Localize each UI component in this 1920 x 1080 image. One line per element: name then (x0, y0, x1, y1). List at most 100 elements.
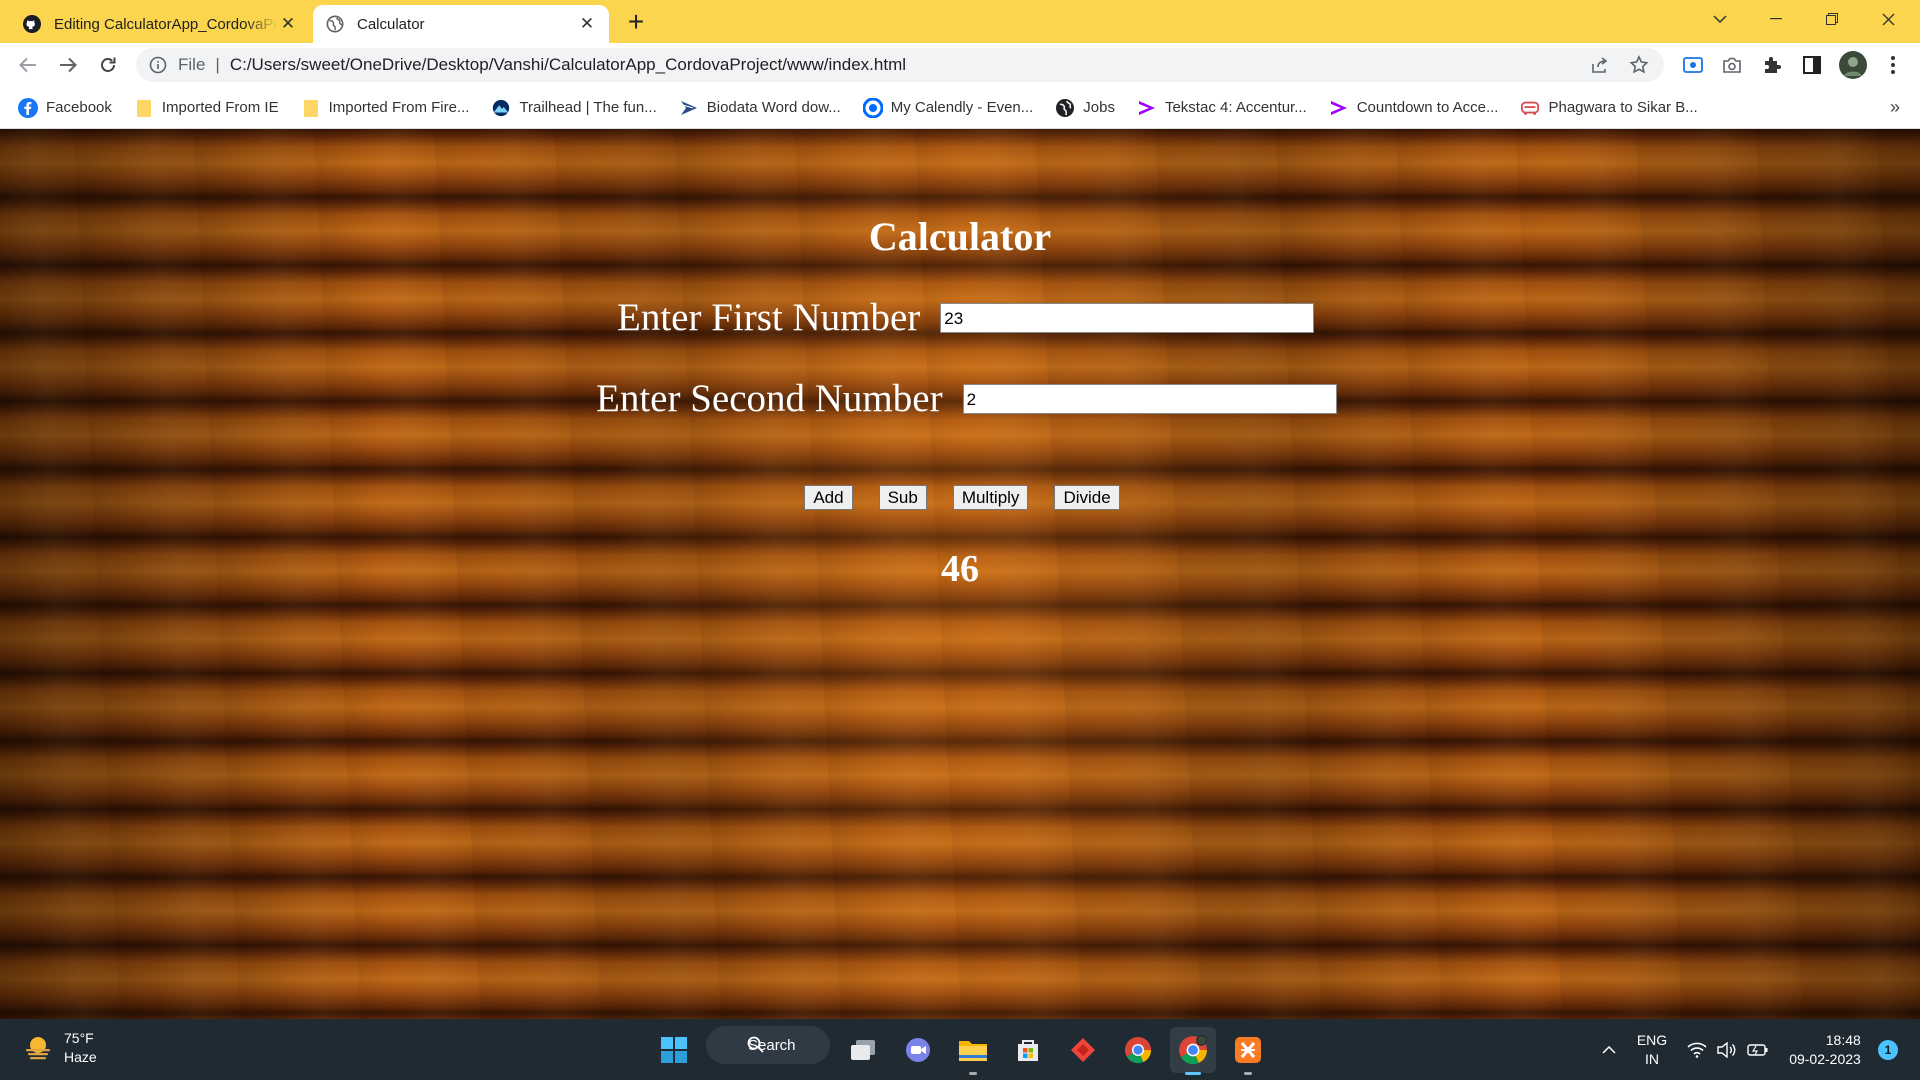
calendly-icon (862, 97, 883, 118)
tab-editing-calculatorapp[interactable]: Editing CalculatorApp_CordovaProject ✕ (10, 5, 310, 43)
multiply-button[interactable]: Multiply (952, 485, 1029, 510)
bookmark-biodata[interactable]: Biodata Word dow... (679, 98, 841, 118)
extensions-puzzle-icon[interactable] (1757, 50, 1787, 80)
profile-avatar[interactable] (1838, 50, 1868, 80)
teams-chat-icon[interactable] (895, 1027, 941, 1073)
windows-taskbar: 75°F Haze Search ENG IN 18:48 09-02-2023… (0, 1019, 1920, 1080)
globe-icon (1055, 98, 1075, 118)
bookmark-label: Jobs (1083, 99, 1115, 116)
camera-icon[interactable] (1717, 50, 1747, 80)
language-code: ENG (1636, 1031, 1668, 1048)
clock-time: 18:48 (1825, 1031, 1861, 1048)
bookmark-star-icon[interactable] (1622, 48, 1656, 82)
menu-kebab-icon[interactable] (1878, 50, 1908, 80)
tab-title: Calculator (357, 15, 425, 33)
add-button[interactable]: Add (804, 485, 853, 510)
anydesk-icon[interactable] (1060, 1027, 1106, 1073)
new-tab-button[interactable]: + (621, 6, 651, 37)
battery-icon[interactable] (1745, 1019, 1771, 1080)
github-icon (22, 14, 42, 34)
bookmark-facebook[interactable]: Facebook (18, 97, 112, 118)
folder-icon (134, 98, 154, 118)
tab-strip: Editing CalculatorApp_CordovaProject ✕ C… (0, 0, 1920, 43)
notification-center[interactable]: 1 (1876, 1019, 1900, 1080)
notification-badge: 1 (1878, 1039, 1898, 1060)
bookmark-label: Phagwara to Sikar B... (1548, 99, 1698, 116)
bookmark-label: Tekstac 4: Accentur... (1164, 99, 1307, 116)
region-code: IN (1645, 1050, 1659, 1067)
restore-button[interactable] (1804, 0, 1860, 38)
side-panel-icon[interactable] (1797, 50, 1827, 80)
task-view-icon[interactable] (840, 1027, 886, 1073)
first-number-label: Enter First Number (617, 296, 921, 339)
bookmark-countdown[interactable]: Countdown to Acce... (1329, 98, 1499, 118)
running-indicator (1244, 1072, 1252, 1075)
volume-icon[interactable] (1714, 1019, 1740, 1080)
bookmark-tekstac[interactable]: Tekstac 4: Accentur... (1137, 98, 1307, 118)
url-text[interactable]: C:/Users/sweet/OneDrive/Desktop/Vanshi/C… (230, 55, 906, 75)
reload-button[interactable] (92, 49, 124, 81)
second-number-row: Enter Second Number (596, 376, 1337, 421)
bookmark-label: Facebook (46, 99, 112, 116)
facebook-icon (18, 97, 38, 118)
wifi-icon[interactable] (1684, 1019, 1710, 1080)
forward-button[interactable] (52, 49, 84, 81)
bookmark-calendly[interactable]: My Calendly - Even... (862, 97, 1034, 118)
tab-title: Editing CalculatorApp_CordovaProject (54, 15, 278, 33)
bookmark-label: Trailhead | The fun... (519, 99, 657, 116)
language-indicator[interactable]: ENG IN (1630, 1019, 1674, 1080)
minimize-button[interactable] (1748, 0, 1804, 38)
second-number-label: Enter Second Number (596, 377, 943, 420)
bookmark-trailhead[interactable]: Trailhead | The fun... (491, 98, 657, 118)
trailhead-icon (491, 98, 511, 118)
first-number-input[interactable] (940, 302, 1315, 333)
running-indicator (969, 1072, 977, 1075)
tab-search-dropdown-icon[interactable] (1692, 0, 1748, 38)
bookmarks-bar: Facebook Imported From IE Imported From … (0, 87, 1920, 129)
page-title: Calculator (868, 214, 1052, 259)
tab-close-icon[interactable]: ✕ (577, 14, 597, 34)
url-separator: | (215, 55, 220, 74)
bookmark-label: Biodata Word dow... (706, 99, 841, 116)
biodata-icon (679, 98, 699, 118)
clock-date: 09-02-2023 (1789, 1050, 1861, 1067)
operation-buttons: Add Sub Multiply Divide (0, 485, 1920, 510)
bookmarks-overflow-button[interactable]: » (1890, 97, 1900, 118)
url-scheme-label: File (178, 55, 206, 74)
bookmark-phagwara-sikar[interactable]: Phagwara to Sikar B... (1520, 98, 1698, 118)
globe-icon (325, 14, 345, 34)
active-indicator (1185, 1072, 1201, 1075)
screen-cast-icon[interactable] (1678, 50, 1708, 80)
accenture-icon (1329, 98, 1349, 118)
tab-close-icon[interactable]: ✕ (278, 14, 298, 34)
accenture-icon (1137, 98, 1157, 118)
back-button[interactable] (12, 49, 44, 81)
folder-icon (301, 98, 321, 118)
system-clock[interactable]: 18:48 09-02-2023 (1780, 1019, 1870, 1080)
bookmark-jobs[interactable]: Jobs (1055, 98, 1115, 118)
calculator-page: Calculator Enter First Number Enter Seco… (0, 129, 1920, 1019)
address-bar[interactable]: File | C:/Users/sweet/OneDrive/Desktop/V… (136, 48, 1664, 82)
file-explorer-icon[interactable] (950, 1027, 996, 1075)
bookmark-label: Imported From Fire... (328, 99, 470, 116)
chrome-profile-icon[interactable] (1170, 1027, 1216, 1075)
info-icon[interactable] (148, 55, 168, 75)
bookmark-label: Imported From IE (161, 99, 279, 116)
xampp-icon[interactable] (1225, 1027, 1271, 1075)
show-hidden-icons-chevron-icon[interactable] (1595, 1019, 1623, 1080)
bookmark-label: Countdown to Acce... (1356, 99, 1499, 116)
microsoft-store-icon[interactable] (1005, 1027, 1051, 1073)
close-window-button[interactable] (1860, 0, 1916, 38)
divide-button[interactable]: Divide (1054, 485, 1120, 510)
bookmark-folder-imported-firefox[interactable]: Imported From Fire... (301, 98, 470, 118)
share-icon[interactable] (1582, 48, 1616, 82)
sub-button[interactable]: Sub (878, 485, 927, 510)
browser-toolbar: File | C:/Users/sweet/OneDrive/Desktop/V… (0, 43, 1920, 87)
bookmark-label: My Calendly - Even... (890, 99, 1034, 116)
chrome-icon[interactable] (1115, 1027, 1161, 1073)
first-number-row: Enter First Number (617, 295, 1315, 340)
second-number-input[interactable] (962, 383, 1337, 414)
bookmark-folder-imported-ie[interactable]: Imported From IE (134, 98, 279, 118)
tab-calculator[interactable]: Calculator ✕ (313, 5, 609, 43)
bus-icon (1520, 98, 1540, 118)
